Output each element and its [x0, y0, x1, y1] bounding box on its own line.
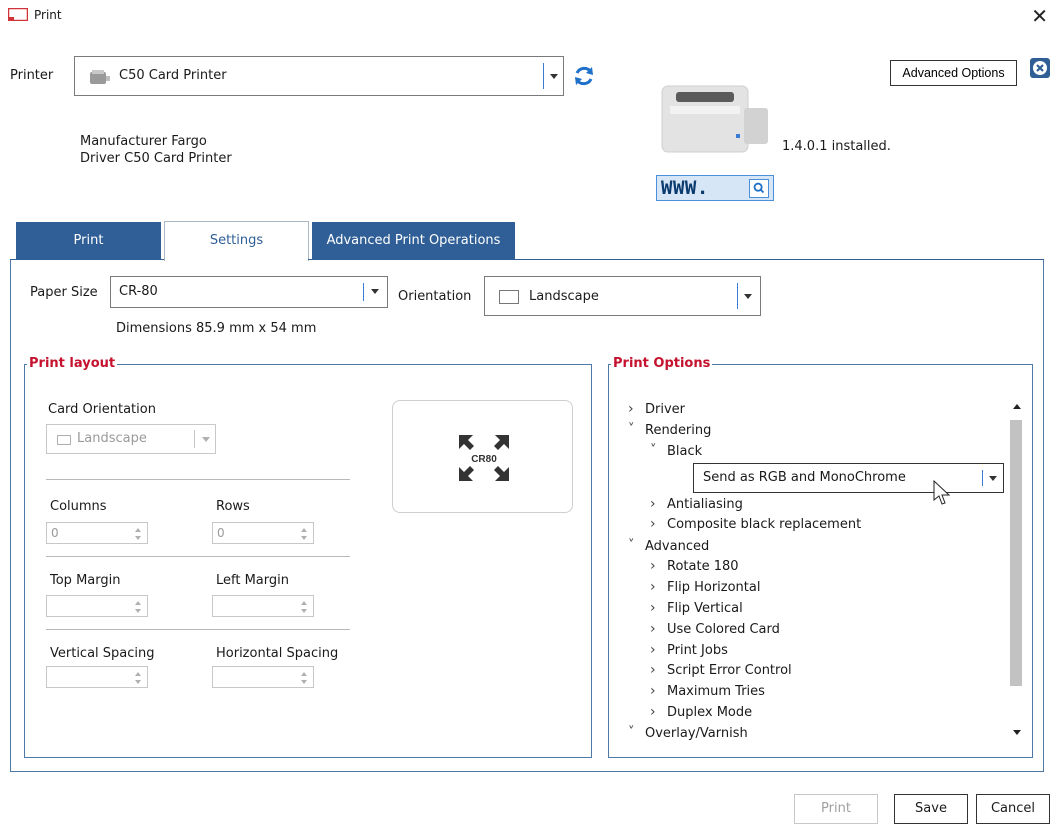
chevron-down-icon [989, 476, 997, 481]
installed-version: 1.4.0.1 installed. [782, 139, 891, 154]
tree-item[interactable]: Use Colored Card [667, 622, 780, 637]
tree-item[interactable]: Flip Horizontal [667, 580, 760, 595]
horizontal-spacing-stepper[interactable] [212, 666, 314, 688]
card-orientation-label: Card Orientation [48, 402, 156, 417]
tree-item[interactable]: Rotate 180 [667, 559, 739, 574]
scroll-up-icon[interactable] [1013, 404, 1021, 409]
left-margin-stepper[interactable] [212, 595, 314, 617]
landscape-icon [57, 435, 71, 445]
landscape-icon [499, 290, 519, 304]
top-margin-label: Top Margin [50, 573, 121, 588]
chevron-right-icon[interactable]: › [650, 579, 656, 595]
card-orientation-select[interactable]: Landscape [46, 424, 216, 454]
scrollbar-thumb[interactable] [1010, 420, 1022, 686]
columns-stepper[interactable]: 0 [46, 522, 148, 544]
chevron-right-icon[interactable]: › [650, 683, 656, 699]
tree-item[interactable]: Antialiasing [667, 497, 743, 512]
black-rendering-value: Send as RGB and MonoChrome [703, 470, 906, 485]
orientation-value: Landscape [529, 289, 599, 304]
chevron-right-icon[interactable]: › [650, 516, 656, 532]
printer-label: Printer [10, 68, 54, 83]
chevron-right-icon[interactable]: › [650, 662, 656, 678]
tree-item[interactable]: Black [667, 444, 702, 459]
tree-item[interactable]: Script Error Control [667, 663, 792, 678]
chevron-right-icon[interactable]: › [650, 642, 656, 658]
top-margin-stepper[interactable] [46, 595, 148, 617]
tree-item[interactable]: Print Jobs [667, 643, 728, 658]
horizontal-spacing-label: Horizontal Spacing [216, 646, 339, 661]
tree-item[interactable]: Flip Vertical [667, 601, 743, 616]
window-title: Print [34, 8, 62, 22]
chevron-right-icon[interactable]: › [628, 401, 634, 417]
scroll-down-icon[interactable] [1013, 730, 1021, 735]
tab-settings[interactable]: Settings [164, 221, 309, 261]
tree-item[interactable]: Composite black replacement [667, 517, 861, 532]
chevron-down-icon [202, 437, 210, 442]
advanced-options-button[interactable]: Advanced Options [890, 60, 1017, 86]
close-circle-icon[interactable] [1030, 58, 1050, 78]
chevron-down-icon[interactable]: ˅ [628, 538, 635, 553]
print-options-scrollbar[interactable] [1008, 396, 1025, 743]
tab-print[interactable]: Print [16, 222, 161, 260]
driver-text: Driver C50 Card Printer [80, 151, 232, 166]
mouse-cursor-icon [933, 480, 951, 505]
tree-item[interactable]: Overlay/Varnish [645, 726, 748, 741]
www-text: WWW. [661, 177, 709, 199]
printer-selected-value: C50 Card Printer [119, 68, 227, 83]
vertical-spacing-stepper[interactable] [46, 666, 148, 688]
chevron-down-icon[interactable]: ˅ [628, 422, 635, 437]
printer-select[interactable]: C50 Card Printer [74, 56, 564, 96]
vertical-spacing-label: Vertical Spacing [50, 646, 155, 661]
printer-info: Manufacturer Fargo Driver C50 Card Print… [80, 133, 232, 167]
chevron-down-icon[interactable]: ˅ [650, 443, 657, 458]
chevron-right-icon[interactable]: › [650, 496, 656, 512]
print-layout-legend: Print layout [27, 356, 118, 371]
tree-item[interactable]: Driver [645, 402, 685, 417]
printer-image [661, 85, 768, 153]
paper-size-label: Paper Size [30, 285, 98, 300]
black-rendering-select[interactable]: Send as RGB and MonoChrome [693, 463, 1004, 493]
rows-label: Rows [216, 499, 250, 514]
paper-size-value: CR-80 [119, 284, 158, 299]
search-icon [749, 179, 769, 198]
manufacturer-text: Manufacturer Fargo [80, 134, 207, 149]
print-window-icon [8, 8, 28, 21]
chevron-right-icon[interactable]: › [650, 600, 656, 616]
chevron-down-icon[interactable]: ˅ [628, 725, 635, 740]
chevron-down-icon [744, 294, 752, 299]
close-icon[interactable]: ✕ [1031, 4, 1048, 28]
columns-value: 0 [51, 526, 59, 540]
dimensions-text: Dimensions 85.9 mm x 54 mm [116, 321, 317, 336]
website-search-button[interactable]: WWW. [656, 175, 774, 201]
orientation-label: Orientation [398, 289, 472, 304]
refresh-icon[interactable] [572, 64, 596, 88]
orientation-select[interactable]: Landscape [484, 276, 761, 316]
expand-arrows-icon: CR80 [459, 435, 509, 481]
card-orientation-value: Landscape [77, 431, 147, 446]
chevron-right-icon[interactable]: › [650, 558, 656, 574]
tree-item[interactable]: Duplex Mode [667, 705, 752, 720]
printer-icon [90, 70, 110, 84]
left-margin-label: Left Margin [216, 573, 289, 588]
tab-advanced-print-operations[interactable]: Advanced Print Operations [312, 222, 515, 260]
tree-item[interactable]: Maximum Tries [667, 684, 765, 699]
chevron-down-icon [550, 74, 558, 79]
preview-label: CR80 [471, 454, 497, 465]
chevron-right-icon[interactable]: › [650, 621, 656, 637]
tree-item[interactable]: Advanced [645, 539, 709, 554]
rows-stepper[interactable]: 0 [212, 522, 314, 544]
chevron-down-icon [371, 289, 379, 294]
columns-label: Columns [50, 499, 107, 514]
rows-value: 0 [217, 526, 225, 540]
tree-item[interactable]: Rendering [645, 423, 711, 438]
print-options-legend: Print Options [611, 356, 713, 371]
card-preview: CR80 [392, 400, 573, 513]
chevron-right-icon[interactable]: › [650, 704, 656, 720]
paper-size-select[interactable]: CR-80 [110, 276, 388, 308]
